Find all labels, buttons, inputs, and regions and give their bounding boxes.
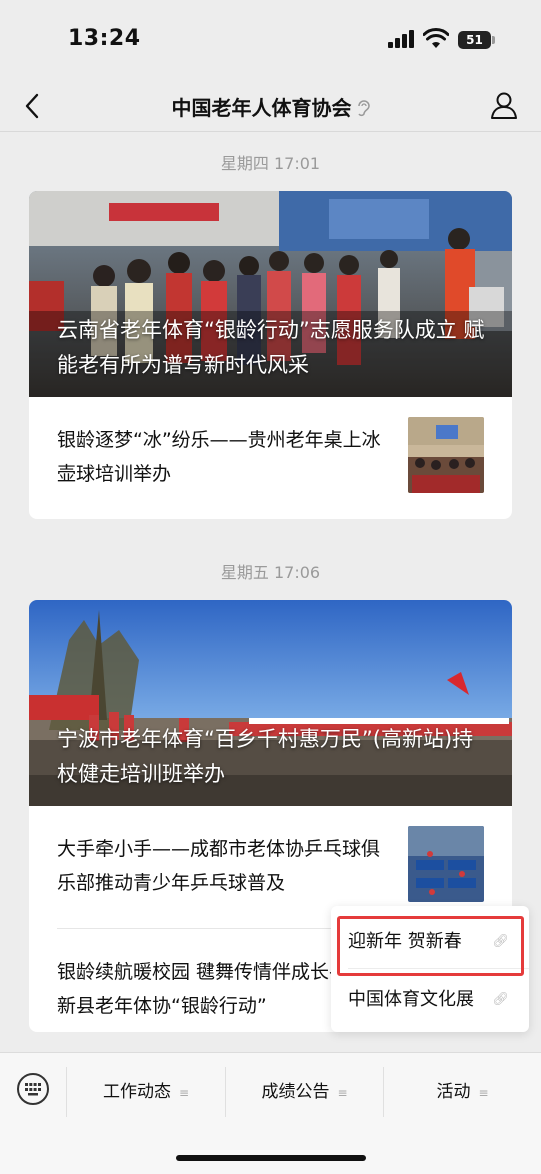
article-cover[interactable]: 云南省老年体育“银龄行动”志愿服务队成立 赋能老有所为谱写新时代风采: [29, 191, 512, 397]
cover-title: 宁波市老年体育“百乡千村惠万民”(高新站)持杖健走培训班举办: [57, 727, 474, 786]
menu-item-work-news[interactable]: 工作动态 ≡: [67, 1065, 225, 1119]
message-timestamp: 星期四 17:01: [220, 154, 321, 173]
article-item[interactable]: 银龄逐梦“冰”纷乐——贵州老年桌上冰壶球培训举办: [29, 397, 512, 519]
article-title: 银龄逐梦“冰”纷乐——贵州老年桌上冰壶球培训举办: [57, 429, 381, 485]
keyboard-icon[interactable]: [17, 1073, 49, 1105]
article-card: 云南省老年体育“银龄行动”志愿服务队成立 赋能老有所为谱写新时代风采 银龄逐梦“…: [29, 191, 512, 519]
signal-icon: [388, 30, 416, 48]
wifi-icon: [423, 28, 449, 48]
menu-item-label: 活动: [436, 1082, 471, 1102]
submenu-item-culture-expo[interactable]: 中国体育文化展 🔗︎: [331, 972, 529, 1028]
profile-icon[interactable]: [489, 90, 519, 120]
submenu-item-label: 迎新年 贺新春: [348, 931, 462, 952]
link-icon: 🔗︎: [492, 934, 509, 949]
menu-icon: ≡: [478, 1086, 489, 1100]
article-thumbnail: [408, 417, 484, 493]
status-time: 13:24: [68, 26, 141, 51]
submenu-item-label: 中国体育文化展: [348, 989, 474, 1010]
article-thumbnail: [408, 826, 484, 902]
submenu-item-new-year[interactable]: 迎新年 贺新春 🔗︎: [331, 914, 529, 970]
link-icon: 🔗︎: [492, 992, 509, 1007]
menu-icon: ≡: [337, 1086, 348, 1100]
page-title: 中国老年人体育协会: [0, 92, 541, 121]
article-title: 大手牵小手——成都市老体协乒乓球俱乐部推动青少年乒乓球普及: [57, 838, 381, 894]
article-cover[interactable]: 宁波市老年体育“百乡千村惠万民”(高新站)持杖健走培训班举办: [29, 600, 512, 806]
home-indicator[interactable]: [176, 1155, 366, 1161]
cover-title: 云南省老年体育“银龄行动”志愿服务队成立 赋能老有所为谱写新时代风采: [57, 318, 485, 377]
menu-item-label: 工作动态: [102, 1082, 171, 1102]
ear-icon[interactable]: [356, 99, 370, 117]
account-name: 中国老年人体育协会: [171, 96, 352, 120]
message-timestamp: 星期五 17:06: [220, 563, 321, 582]
menu-item-label: 成绩公告: [261, 1082, 330, 1102]
menu-item-activities[interactable]: 活动 ≡: [384, 1065, 541, 1119]
status-bar: 13:24 51: [0, 0, 541, 80]
submenu-popup: 迎新年 贺新春 🔗︎ 中国体育文化展 🔗︎: [331, 906, 529, 1032]
battery-icon: 51: [458, 31, 491, 49]
nav-bar: 中国老年人体育协会: [0, 80, 541, 132]
menu-item-results[interactable]: 成绩公告 ≡: [226, 1065, 383, 1119]
menu-icon: ≡: [178, 1086, 190, 1100]
